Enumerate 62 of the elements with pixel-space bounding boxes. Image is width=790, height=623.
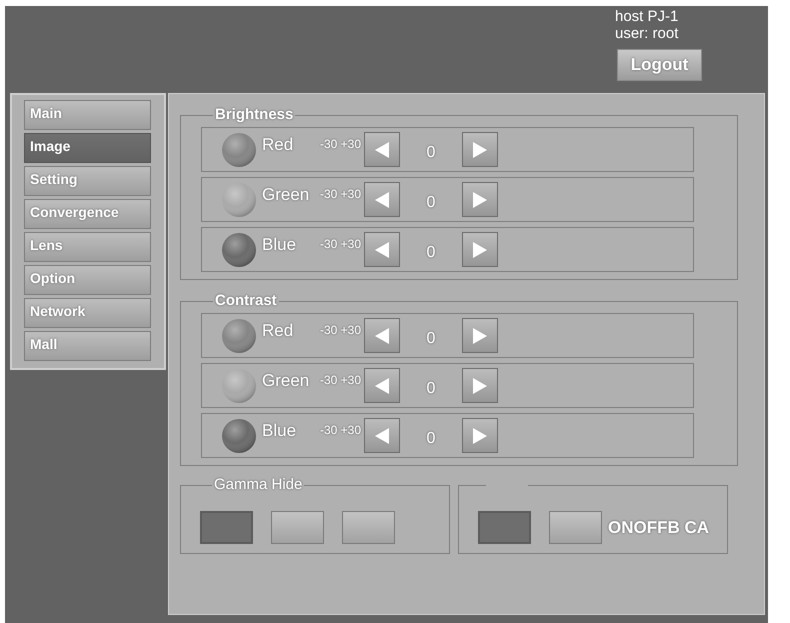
decrease-button[interactable] xyxy=(364,132,400,167)
logout-button[interactable]: Logout xyxy=(617,49,702,81)
decrease-button[interactable] xyxy=(364,232,400,267)
nav-tab[interactable]: Option xyxy=(24,265,151,295)
toggle-caption: ONOFFB CA xyxy=(608,518,710,538)
toggle-button[interactable] xyxy=(549,511,602,544)
value-text: 0 xyxy=(426,144,436,162)
range-label: -30 +30 xyxy=(320,137,362,151)
nav-tab[interactable]: Convergence xyxy=(24,199,151,229)
left-triangle-icon xyxy=(375,428,389,444)
decrease-button[interactable] xyxy=(364,368,400,403)
increase-button[interactable] xyxy=(462,368,498,403)
value-text: 0 xyxy=(426,330,436,348)
channel-label: Blue xyxy=(262,421,298,441)
range-label: -30 +30 xyxy=(320,323,362,337)
range-label: -30 +30 xyxy=(320,187,362,201)
group-title: Brightness xyxy=(214,106,294,124)
decrease-button[interactable] xyxy=(364,182,400,217)
increase-button[interactable] xyxy=(462,318,498,353)
right-triangle-icon xyxy=(473,192,487,208)
decrease-button[interactable] xyxy=(364,318,400,353)
left-triangle-icon xyxy=(375,192,389,208)
value-text: 0 xyxy=(426,244,436,262)
channel-label: Green xyxy=(262,185,310,205)
left-triangle-icon xyxy=(375,328,389,344)
left-triangle-icon xyxy=(375,142,389,158)
toggle-button[interactable] xyxy=(342,511,395,544)
toggle-button[interactable] xyxy=(200,511,253,544)
toggle-button[interactable] xyxy=(478,511,531,544)
nav-tab[interactable]: Image xyxy=(24,133,151,163)
nav-tab[interactable]: Setting xyxy=(24,166,151,196)
increase-button[interactable] xyxy=(462,232,498,267)
right-triangle-icon xyxy=(473,142,487,158)
value-text: 0 xyxy=(426,194,436,212)
host-label: host PJ-1 xyxy=(615,8,678,25)
increase-button[interactable] xyxy=(462,418,498,453)
toggle-button[interactable] xyxy=(271,511,324,544)
channel-label: Blue xyxy=(262,235,298,255)
nav-tab[interactable]: Lens xyxy=(24,232,151,262)
increase-button[interactable] xyxy=(462,132,498,167)
channel-label: Green xyxy=(262,371,310,391)
nav-tab[interactable]: Mall xyxy=(24,331,151,361)
user-label: user: root xyxy=(615,25,678,42)
right-triangle-icon xyxy=(473,328,487,344)
value-text: 0 xyxy=(426,430,436,448)
decrease-button[interactable] xyxy=(364,418,400,453)
left-triangle-icon xyxy=(375,378,389,394)
range-label: -30 +30 xyxy=(320,373,362,387)
group-title: Contrast xyxy=(214,292,278,310)
channel-label: Red xyxy=(262,135,294,155)
increase-button[interactable] xyxy=(462,182,498,217)
range-label: -30 +30 xyxy=(320,237,362,251)
nav-tab[interactable]: Network xyxy=(24,298,151,328)
group-title: Gamma Hide xyxy=(213,476,304,494)
left-triangle-icon xyxy=(375,242,389,258)
range-label: -30 +30 xyxy=(320,423,362,437)
nav-tab[interactable]: Main xyxy=(24,100,151,130)
right-triangle-icon xyxy=(473,428,487,444)
value-text: 0 xyxy=(426,380,436,398)
right-triangle-icon xyxy=(473,242,487,258)
channel-label: Red xyxy=(262,321,294,341)
right-triangle-icon xyxy=(473,378,487,394)
